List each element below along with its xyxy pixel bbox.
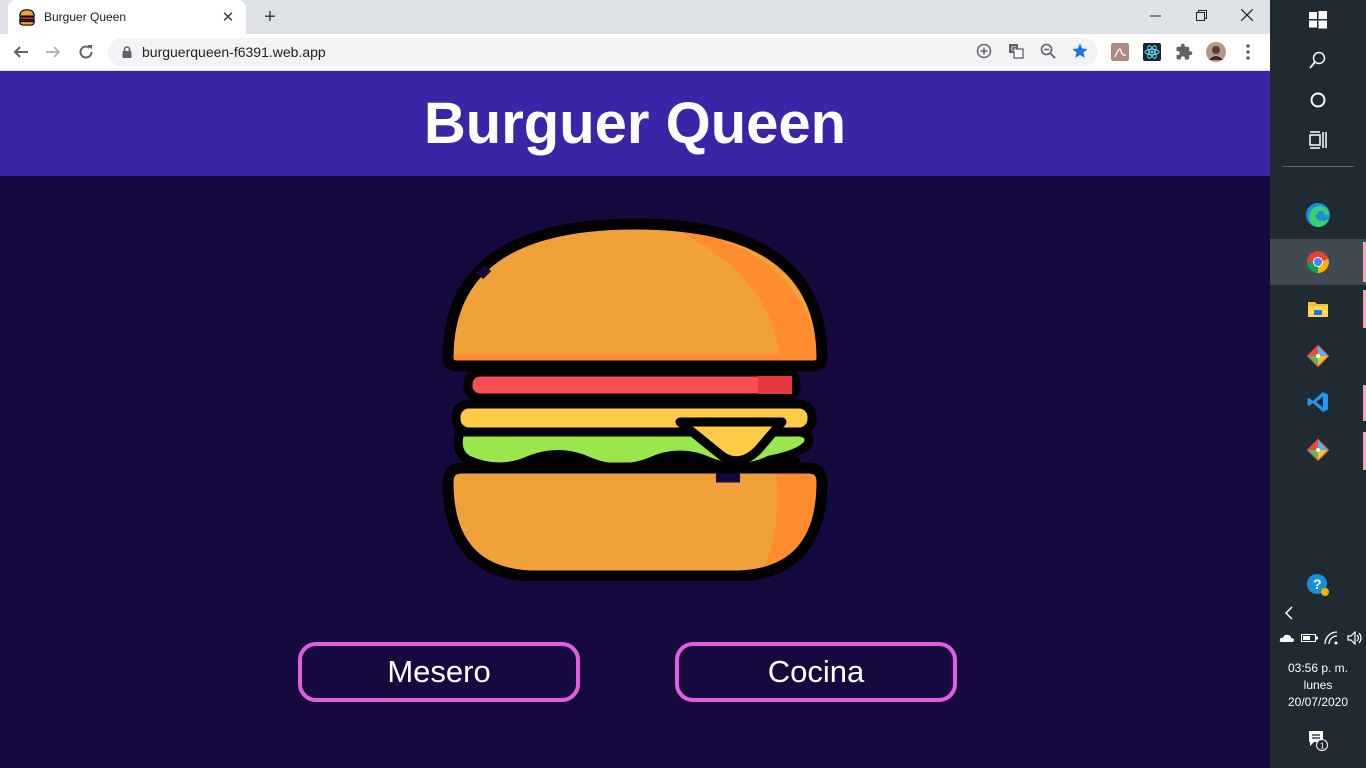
system-tray bbox=[1278, 628, 1364, 648]
restore-window-button[interactable] bbox=[1178, 0, 1224, 30]
wifi-icon[interactable] bbox=[1323, 630, 1341, 646]
cocina-button[interactable]: Cocina bbox=[675, 642, 957, 702]
tab-strip: Burguer Queen ✕ + bbox=[0, 0, 1270, 34]
address-bar[interactable]: burguerqueen-f6391.web.app bbox=[108, 38, 1098, 66]
minimize-window-button[interactable] bbox=[1132, 0, 1178, 30]
edge-icon bbox=[1306, 203, 1330, 227]
onedrive-icon[interactable] bbox=[1278, 630, 1296, 646]
forward-button[interactable] bbox=[40, 39, 66, 65]
chevron-left-icon bbox=[1284, 606, 1293, 620]
burger-illustration-icon bbox=[442, 218, 828, 581]
pdf-extension-button[interactable] bbox=[1110, 42, 1130, 62]
cortana-button[interactable] bbox=[1270, 80, 1366, 120]
windows-start-icon bbox=[1309, 11, 1327, 29]
git-icon bbox=[1306, 344, 1330, 368]
avatar-icon bbox=[1206, 42, 1226, 62]
reload-icon bbox=[79, 45, 93, 59]
clock-date: 20/07/2020 bbox=[1287, 695, 1349, 709]
show-hidden-icons-button[interactable] bbox=[1270, 593, 1366, 633]
task-view-button[interactable] bbox=[1270, 120, 1366, 160]
forward-arrow-icon bbox=[46, 46, 61, 58]
taskbar-git-2[interactable] bbox=[1270, 430, 1366, 470]
windows-taskbar: ? 03:56 p. m. lunes 20/07/2020 1 bbox=[1270, 0, 1366, 768]
more-vert-icon bbox=[1246, 44, 1250, 60]
action-center-button[interactable]: 1 bbox=[1270, 720, 1366, 760]
vscode-icon bbox=[1307, 392, 1328, 412]
browser-toolbar: burguerqueen-f6391.web.app G bbox=[0, 34, 1270, 71]
tab-title: Burguer Queen bbox=[44, 10, 127, 24]
app-header: Burguer Queen bbox=[0, 71, 1270, 176]
clock-time: 03:56 p. m. bbox=[1287, 661, 1349, 675]
burger-favicon-icon bbox=[19, 9, 35, 26]
battery-icon[interactable] bbox=[1300, 630, 1319, 646]
taskbar-git-1[interactable] bbox=[1270, 336, 1366, 376]
taskbar-search-button[interactable] bbox=[1270, 40, 1366, 80]
add-circle-icon bbox=[976, 43, 992, 59]
bookmark-button[interactable] bbox=[1069, 40, 1091, 62]
svg-text:?: ? bbox=[1313, 576, 1322, 592]
close-icon bbox=[1241, 9, 1253, 21]
close-tab-icon[interactable]: ✕ bbox=[220, 9, 236, 26]
extensions-button[interactable] bbox=[1174, 42, 1194, 62]
page-title: Burguer Queen bbox=[423, 91, 847, 156]
new-tab-button[interactable]: + bbox=[258, 5, 282, 29]
profile-avatar[interactable] bbox=[1206, 42, 1226, 62]
chrome-icon bbox=[1307, 251, 1329, 273]
taskbar-divider bbox=[1282, 166, 1354, 167]
search-icon bbox=[1309, 51, 1326, 69]
notifications-icon: 1 bbox=[1309, 731, 1328, 751]
puzzle-icon bbox=[1176, 43, 1193, 60]
address-bar-url: burguerqueen-f6391.web.app bbox=[142, 44, 326, 60]
zoom-button[interactable] bbox=[1037, 40, 1059, 62]
taskbar-clock[interactable]: 03:56 p. m. lunes 20/07/2020 bbox=[1270, 660, 1366, 711]
file-explorer-icon bbox=[1308, 302, 1328, 317]
lock-icon bbox=[122, 46, 132, 58]
reload-button[interactable] bbox=[73, 39, 99, 65]
taskbar-file-explorer[interactable] bbox=[1270, 289, 1366, 329]
start-button[interactable] bbox=[1270, 0, 1366, 40]
volume-icon[interactable] bbox=[1346, 630, 1364, 646]
taskbar-vscode[interactable] bbox=[1270, 382, 1366, 422]
back-button[interactable] bbox=[8, 39, 34, 65]
zoom-out-icon bbox=[1040, 43, 1056, 59]
browser-menu-button[interactable] bbox=[1238, 42, 1258, 62]
home-view: Mesero Cocina bbox=[0, 176, 1270, 768]
taskbar-chrome[interactable] bbox=[1270, 239, 1366, 285]
mesero-button[interactable]: Mesero bbox=[298, 642, 580, 702]
taskbar-edge[interactable] bbox=[1270, 195, 1366, 235]
minimize-icon bbox=[1149, 15, 1161, 16]
git-icon bbox=[1306, 438, 1330, 462]
install-app-button[interactable] bbox=[973, 40, 995, 62]
translate-icon: G bbox=[1009, 44, 1024, 59]
svg-text:G: G bbox=[1011, 46, 1016, 53]
translate-button[interactable]: G bbox=[1005, 40, 1027, 62]
react-icon bbox=[1143, 43, 1161, 61]
pdf-icon bbox=[1111, 43, 1129, 61]
star-icon bbox=[1072, 43, 1088, 58]
notification-count: 1 bbox=[1320, 742, 1325, 751]
react-devtools-button[interactable] bbox=[1142, 42, 1162, 62]
task-view-icon bbox=[1309, 131, 1327, 149]
clock-day: lunes bbox=[1303, 678, 1333, 692]
restore-icon bbox=[1195, 9, 1207, 21]
browser-tab[interactable]: Burguer Queen ✕ bbox=[8, 0, 246, 34]
close-window-button[interactable] bbox=[1224, 0, 1270, 30]
back-arrow-icon bbox=[13, 46, 28, 58]
cortana-icon bbox=[1310, 92, 1326, 108]
